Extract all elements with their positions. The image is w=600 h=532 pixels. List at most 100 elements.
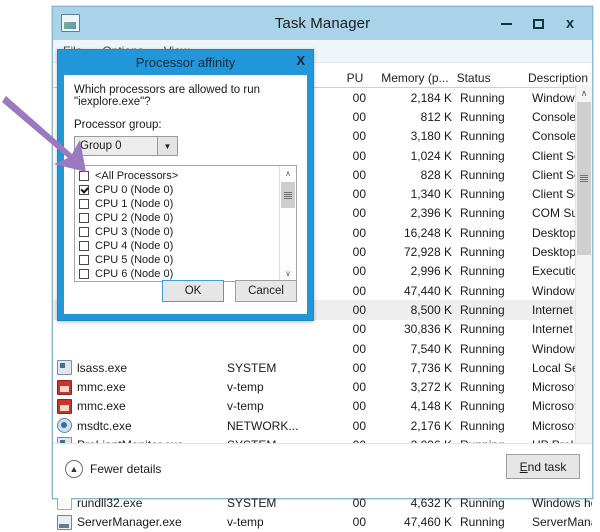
dialog-buttons: OK Cancel <box>162 280 297 302</box>
cell-user: NETWORK... <box>227 418 299 433</box>
end-task-button[interactable]: End task <box>506 454 580 479</box>
end-task-label: nd task <box>527 459 567 474</box>
processor-list-item[interactable]: CPU 5 (Node 0) <box>79 253 279 267</box>
maximize-button[interactable] <box>522 10 554 38</box>
cell-memory: 4,148 K <box>410 399 452 414</box>
cell-status: Running <box>460 148 505 163</box>
processor-label: CPU 6 (Node 0) <box>95 268 174 280</box>
table-row[interactable]: msdtc.exe NETWORK... 00 2,176 K Running Micro… <box>53 416 592 435</box>
dialog-scrollbar-thumb[interactable] <box>281 182 295 208</box>
chevron-up-circle-icon: ▲ <box>65 460 83 478</box>
cell-status: Running <box>460 418 505 433</box>
processor-group-select[interactable]: Group 0 ▼ <box>74 136 178 156</box>
dialog-question: Which processors are allowed to run "iex… <box>74 84 260 108</box>
screenshot-root: Task Manager x File Options View PU Memo… <box>0 0 600 530</box>
table-row[interactable]: lsass.exeSYSTEM007,736 KRunningLocal Sec… <box>53 358 592 377</box>
cell-status: Running <box>460 380 505 395</box>
cell-process-name: lsass.exe <box>53 360 223 376</box>
processor-list-item[interactable]: CPU 4 (Node 0) <box>79 239 279 253</box>
processor-checkbox[interactable] <box>79 185 89 195</box>
cell-cpu: 00 <box>352 187 366 202</box>
cell-memory: 30,836 K <box>403 322 452 337</box>
cell-memory: 3,180 K <box>410 129 452 144</box>
process-list-scrollbar[interactable]: ∧ ∨ <box>575 85 592 478</box>
minimize-button[interactable] <box>490 10 522 38</box>
cell-memory: 2,396 K <box>410 206 452 221</box>
table-row[interactable]: mmc.exev-temp003,272 KRunningMicrosoft M… <box>53 377 592 396</box>
fewer-details-button[interactable]: ▲ Fewer details <box>65 460 161 478</box>
cell-status: Running <box>460 399 505 414</box>
dialog-close-button[interactable]: X <box>296 53 305 68</box>
cell-cpu: 00 <box>352 283 366 298</box>
processor-checkbox[interactable] <box>79 255 89 265</box>
processor-label: CPU 4 (Node 0) <box>95 240 174 252</box>
cell-process-name: ServerManager.exe <box>53 514 223 530</box>
cell-cpu: 00 <box>352 515 366 530</box>
processor-checkbox[interactable] <box>79 213 89 223</box>
process-name-label: lsass.exe <box>77 360 128 375</box>
table-row[interactable]: 0030,836 KRunningInternet Explorer <box>53 320 592 339</box>
scrollbar-thumb[interactable] <box>577 102 591 255</box>
scroll-up-arrow-icon[interactable]: ∧ <box>576 85 592 101</box>
processor-list[interactable]: <All Processors> CPU 0 (Node 0) CPU 1 (Nod… <box>74 165 297 282</box>
fewer-details-label: Fewer details <box>90 462 162 476</box>
processor-list-item[interactable]: CPU 1 (Node 0) <box>79 197 279 211</box>
column-header-description[interactable]: Description <box>524 71 592 85</box>
end-task-accelerator: E <box>519 459 528 474</box>
processor-list-item[interactable]: <All Processors> <box>79 169 279 183</box>
processor-list-item[interactable]: CPU 6 (Node 0) <box>79 267 279 281</box>
cell-process-name: mmc.exe <box>53 379 223 395</box>
processor-checkbox[interactable] <box>79 269 89 279</box>
column-header-memory[interactable]: Memory (p... <box>367 71 452 85</box>
scrollbar-grip-icon <box>580 175 588 182</box>
cell-user: v-temp <box>227 380 264 395</box>
chevron-down-icon[interactable]: ▼ <box>157 137 177 155</box>
process-name-label: mmc.exe <box>77 399 126 414</box>
dialog-scroll-down-arrow-icon[interactable]: ∨ <box>280 266 296 281</box>
processor-list-item[interactable]: CPU 2 (Node 0) <box>79 211 279 225</box>
dialog-scrollbar-grip-icon <box>284 191 292 199</box>
table-row[interactable]: mmc.exev-temp004,148 KRunningMicrosoft M… <box>53 397 592 416</box>
cell-memory: 7,736 K <box>410 360 452 375</box>
column-header-cpu[interactable]: PU <box>326 71 368 85</box>
column-header-status[interactable]: Status <box>453 71 524 85</box>
cell-cpu: 00 <box>352 302 366 317</box>
cell-status: Running <box>460 341 505 356</box>
cell-memory: 16,248 K <box>403 225 452 240</box>
cell-status: Running <box>460 109 505 124</box>
cell-cpu: 00 <box>352 129 366 144</box>
dialog-title-bar: Processor affinity X <box>58 50 313 75</box>
cell-status: Running <box>460 322 505 337</box>
cell-user: v-temp <box>227 515 264 530</box>
processor-checkbox[interactable] <box>79 241 89 251</box>
ok-button[interactable]: OK <box>162 280 224 302</box>
processor-list-scrollbar[interactable]: ∧ ∨ <box>279 166 296 281</box>
process-name-label: ServerManager.exe <box>77 515 182 530</box>
cell-status: Running <box>460 90 505 105</box>
cell-memory: 2,996 K <box>410 264 452 279</box>
table-row[interactable]: ServerManager.exe v-temp 00 47,460 K Running… <box>53 513 592 532</box>
processor-list-item[interactable]: CPU 3 (Node 0) <box>79 225 279 239</box>
processor-label: CPU 1 (Node 0) <box>95 198 174 210</box>
dialog-scroll-up-arrow-icon[interactable]: ∧ <box>280 166 296 181</box>
cell-status: Running <box>460 245 505 260</box>
processor-checkbox[interactable] <box>79 199 89 209</box>
task-manager-icon <box>61 14 80 32</box>
cell-status: Running <box>460 206 505 221</box>
processor-checkbox[interactable] <box>79 171 89 181</box>
cell-cpu: 00 <box>352 109 366 124</box>
processor-list-item[interactable]: CPU 0 (Node 0) <box>79 183 279 197</box>
mmc-process-icon <box>57 398 72 414</box>
cell-cpu: 00 <box>352 341 366 356</box>
table-row[interactable]: 007,540 KRunningWindows Log... <box>53 339 592 358</box>
processor-checkbox[interactable] <box>79 227 89 237</box>
cell-cpu: 00 <box>352 380 366 395</box>
close-button[interactable]: x <box>554 10 586 38</box>
process-name-label: mmc.exe <box>77 380 126 395</box>
cell-process-name: msdtc.exe <box>53 418 223 434</box>
cell-cpu: 00 <box>352 360 366 375</box>
cell-cpu: 00 <box>352 399 366 414</box>
maximize-icon <box>532 18 544 29</box>
window-title-bar: Task Manager x <box>53 7 592 40</box>
cancel-button[interactable]: Cancel <box>235 280 297 302</box>
